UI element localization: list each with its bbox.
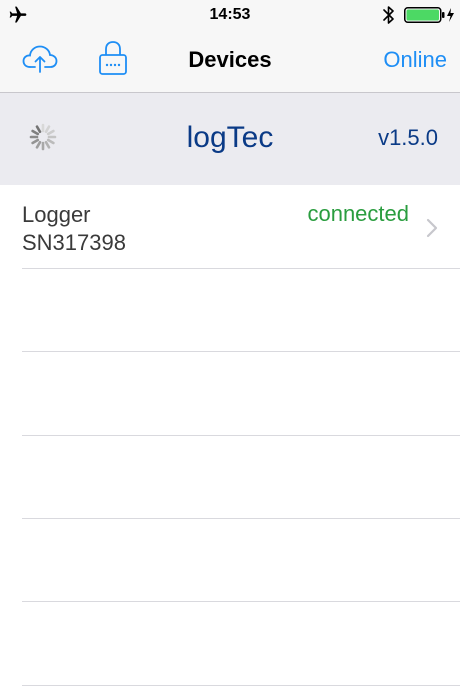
list-separator xyxy=(22,601,460,602)
navigation-bar: Devices Online xyxy=(0,30,460,93)
list-separator xyxy=(22,685,460,686)
lock-icon[interactable] xyxy=(98,40,128,76)
spinner-icon xyxy=(29,123,57,151)
app-version: v1.5.0 xyxy=(378,125,438,150)
device-serial: SN317398 xyxy=(22,230,126,255)
app-name: logTec xyxy=(186,121,274,154)
status-bar: 14:53 xyxy=(0,0,460,30)
list-separator xyxy=(22,435,460,436)
cloud-upload-icon[interactable] xyxy=(22,44,58,74)
device-status: connected xyxy=(307,201,409,226)
battery-icon xyxy=(404,7,454,23)
list-separator xyxy=(22,351,460,352)
list-separator xyxy=(22,268,460,269)
bluetooth-icon xyxy=(383,6,394,24)
page-title: Devices xyxy=(188,47,272,72)
list-separator xyxy=(22,518,460,519)
device-name: Logger xyxy=(22,202,91,227)
chevron-right-icon xyxy=(426,218,438,238)
online-button[interactable]: Online xyxy=(383,47,447,73)
device-row[interactable]: Logger SN317398 connected xyxy=(0,186,460,268)
